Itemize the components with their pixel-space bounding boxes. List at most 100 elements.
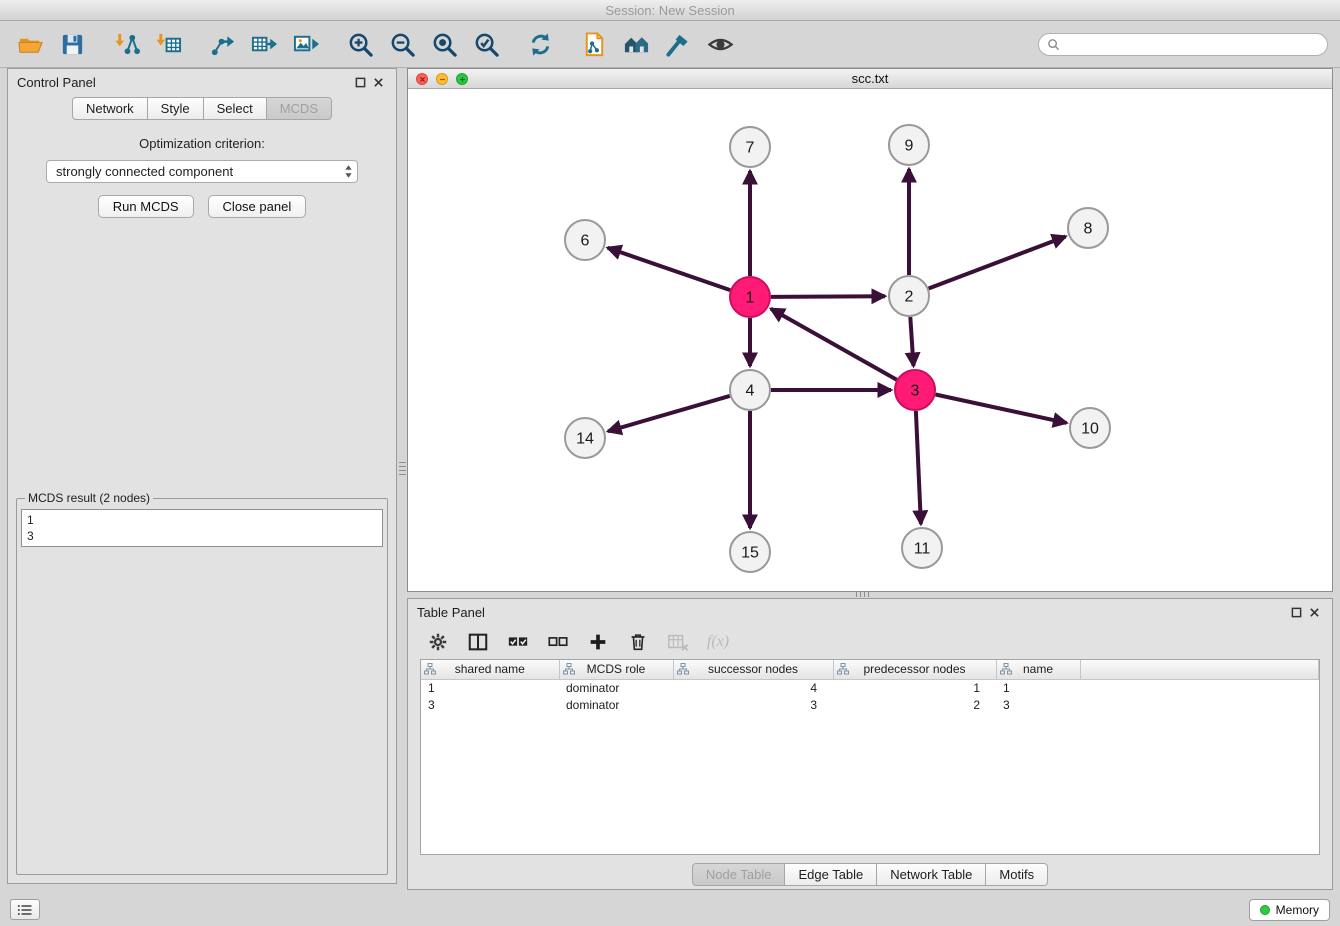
- table-cell[interactable]: 4: [673, 679, 833, 696]
- table-cell[interactable]: 2: [833, 696, 996, 713]
- graph-node-11[interactable]: 11: [902, 528, 942, 568]
- svg-text:3: 3: [911, 383, 920, 400]
- graph-node-1[interactable]: 1: [730, 277, 770, 317]
- table-cell[interactable]: 1: [421, 679, 559, 696]
- zoom-out-icon[interactable]: [384, 27, 420, 61]
- show-hide-icon[interactable]: [702, 27, 738, 61]
- table-cell[interactable]: 1: [833, 679, 996, 696]
- import-network-icon[interactable]: [108, 27, 144, 61]
- graph-edge-3-1[interactable]: [771, 309, 897, 380]
- graph-node-2[interactable]: 2: [889, 276, 929, 316]
- graph-node-4[interactable]: 4: [730, 370, 770, 410]
- close-window-icon[interactable]: [416, 73, 428, 85]
- graph-edge-1-2[interactable]: [771, 296, 885, 297]
- graph-node-9[interactable]: 9: [889, 125, 929, 165]
- minimize-window-icon[interactable]: [436, 73, 448, 85]
- column-header-successor-nodes[interactable]: successor nodes: [673, 660, 833, 679]
- style-brush-icon[interactable]: [660, 27, 696, 61]
- svg-text:1: 1: [746, 290, 755, 307]
- graph-edge-3-11[interactable]: [916, 411, 921, 524]
- table-tab-node-table[interactable]: Node Table: [692, 863, 786, 886]
- mcds-panel: Optimization criterion: strongly connect…: [8, 120, 396, 883]
- column-header-predecessor-nodes[interactable]: predecessor nodes: [833, 660, 996, 679]
- search-icon: [1047, 38, 1060, 51]
- control-tab-network[interactable]: Network: [72, 97, 148, 120]
- table-cell[interactable]: dominator: [559, 679, 673, 696]
- control-tab-mcds[interactable]: MCDS: [267, 97, 332, 120]
- unselect-all-icon[interactable]: [544, 629, 572, 655]
- add-column-icon[interactable]: [584, 629, 612, 655]
- network-window-title: scc.txt: [852, 71, 889, 86]
- search-box[interactable]: [1038, 33, 1328, 56]
- zoom-selected-icon[interactable]: [468, 27, 504, 61]
- mcds-result-text[interactable]: 13: [21, 509, 383, 547]
- graph-edge-2-3[interactable]: [910, 317, 913, 366]
- graph-edge-4-14[interactable]: [608, 396, 730, 431]
- graph-node-3[interactable]: 3: [895, 370, 935, 410]
- table-toolbar: f(x): [408, 625, 1332, 659]
- graph-node-10[interactable]: 10: [1070, 408, 1110, 448]
- table-cell[interactable]: dominator: [559, 696, 673, 713]
- export-table-icon[interactable]: [246, 27, 282, 61]
- import-table-icon[interactable]: [150, 27, 186, 61]
- graph-edge-3-10[interactable]: [936, 395, 1067, 423]
- save-session-icon[interactable]: [54, 27, 90, 61]
- optimization-criterion-dropdown[interactable]: strongly connected component: [46, 160, 358, 183]
- close-panel-icon[interactable]: [369, 73, 387, 91]
- float-table-panel-icon[interactable]: [1287, 603, 1305, 621]
- table-cell[interactable]: 3: [673, 696, 833, 713]
- graph-edge-2-8[interactable]: [929, 237, 1066, 289]
- export-network-icon[interactable]: [204, 27, 240, 61]
- graph-node-8[interactable]: 8: [1068, 208, 1108, 248]
- search-input[interactable]: [1065, 37, 1319, 51]
- open-session-icon[interactable]: [12, 27, 48, 61]
- table-cell[interactable]: 3: [996, 696, 1080, 713]
- zoom-window-icon[interactable]: [456, 73, 468, 85]
- zoom-in-icon[interactable]: [342, 27, 378, 61]
- task-history-icon[interactable]: [10, 899, 40, 920]
- column-header-label: predecessor nodes: [863, 662, 965, 676]
- graph-edge-1-6[interactable]: [608, 248, 731, 290]
- select-all-icon[interactable]: [504, 629, 532, 655]
- column-tree-icon: [563, 663, 575, 675]
- apply-layout-icon[interactable]: [522, 27, 558, 61]
- column-header-MCDS-role[interactable]: MCDS role: [559, 660, 673, 679]
- table-row[interactable]: 3dominator323: [421, 696, 1319, 713]
- table-tab-edge-table[interactable]: Edge Table: [785, 863, 877, 886]
- close-panel-button[interactable]: Close panel: [208, 195, 307, 218]
- control-tab-style[interactable]: Style: [148, 97, 204, 120]
- vertical-split-handle[interactable]: [399, 462, 406, 477]
- export-image-icon[interactable]: [288, 27, 324, 61]
- svg-text:8: 8: [1084, 221, 1093, 238]
- graph-node-14[interactable]: 14: [565, 418, 605, 458]
- graph-node-15[interactable]: 15: [730, 532, 770, 572]
- split-panel-icon[interactable]: [464, 629, 492, 655]
- first-neighbors-icon[interactable]: [618, 27, 654, 61]
- float-panel-icon[interactable]: [351, 73, 369, 91]
- settings-gear-icon[interactable]: [424, 629, 452, 655]
- table-row[interactable]: 1dominator411: [421, 679, 1319, 696]
- run-mcds-button[interactable]: Run MCDS: [98, 195, 194, 218]
- delete-column-icon[interactable]: [624, 629, 652, 655]
- network-canvas[interactable]: 7 9 6 8 1 2 4 3 14 10 15 11: [408, 89, 1332, 591]
- dropdown-selected-value: strongly connected component: [56, 164, 344, 179]
- zoom-fit-icon[interactable]: [426, 27, 462, 61]
- dropdown-stepper-icon: [344, 164, 353, 179]
- close-table-panel-icon[interactable]: [1305, 603, 1323, 621]
- column-header-name[interactable]: name: [996, 660, 1080, 679]
- column-header-label: name: [1023, 662, 1053, 676]
- table-cell[interactable]: 3: [421, 696, 559, 713]
- control-tab-select[interactable]: Select: [204, 97, 267, 120]
- svg-text:4: 4: [746, 383, 755, 400]
- column-header-shared-name[interactable]: shared name: [421, 660, 559, 679]
- graph-node-7[interactable]: 7: [730, 127, 770, 167]
- network-from-selection-icon[interactable]: [576, 27, 612, 61]
- graph-node-6[interactable]: 6: [565, 220, 605, 260]
- memory-button[interactable]: Memory: [1249, 899, 1330, 921]
- table-tab-network-table[interactable]: Network Table: [877, 863, 986, 886]
- horizontal-split-handle[interactable]: [856, 592, 871, 597]
- mcds-result-line: 3: [27, 528, 377, 544]
- table-tab-motifs[interactable]: Motifs: [986, 863, 1048, 886]
- table-cell[interactable]: 1: [996, 679, 1080, 696]
- status-bar: Memory: [0, 893, 1340, 926]
